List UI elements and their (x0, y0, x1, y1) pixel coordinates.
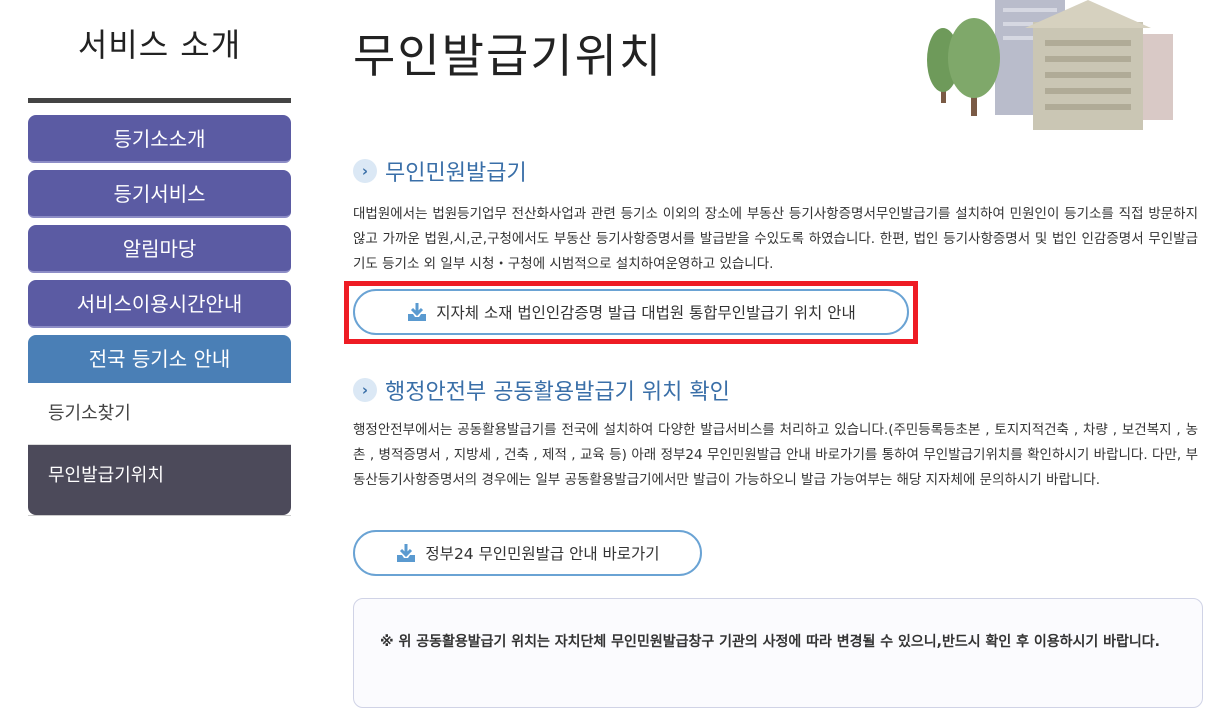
sidebar-item-notices[interactable]: 알림마당 (28, 225, 291, 273)
section-kiosk-title: 무인민원발급기 (385, 161, 527, 186)
section-kiosk-body: 대법원에서는 법원등기업무 전산화사업과 관련 등기소 이외의 장소에 부동산 … (353, 206, 1198, 272)
submenu-item-kiosk-location[interactable]: 무인발급기위치 (28, 445, 291, 515)
sidebar: 서비스 소개 등기소소개 등기서비스 알림마당 서비스이용시간안내 전국 등기소… (28, 0, 291, 516)
chevron-right-icon: › (353, 159, 377, 183)
sidebar-item-registry-intro[interactable]: 등기소소개 (28, 115, 291, 163)
sidebar-item-service-hours[interactable]: 서비스이용시간안내 (28, 280, 291, 328)
section-mois-body: 행정안전부에서는 공동활용발급기를 전국에 설치하여 다양한 발급서비스를 처리… (353, 422, 1198, 488)
corporate-seal-kiosk-location-label: 지자체 소재 법인인감증명 발급 대법원 통합무인발급기 위치 안내 (436, 304, 856, 322)
sidebar-submenu: 등기소찾기 무인발급기위치 (28, 383, 291, 516)
buildings-trees-illustration (927, 0, 1173, 130)
corporate-seal-kiosk-location-button[interactable]: 지자체 소재 법인인감증명 발급 대법원 통합무인발급기 위치 안내 (353, 289, 909, 335)
notice-box: ※ 위 공동활용발급기 위치는 자치단체 무인민원발급창구 기관의 사정에 따라… (353, 598, 1203, 708)
section-mois-header: › 행정안전부 공동활용발급기 위치 확인 (353, 374, 730, 406)
submenu-item-find-registry[interactable]: 등기소찾기 (28, 383, 291, 445)
chevron-right-icon: › (353, 378, 377, 402)
section-mois-title: 행정안전부 공동활용발급기 위치 확인 (385, 380, 730, 405)
download-icon (397, 544, 416, 562)
sidebar-title: 서비스 소개 (28, 0, 291, 103)
notice-text: ※ 위 공동활용발급기 위치는 자치단체 무인민원발급창구 기관의 사정에 따라… (380, 634, 1160, 650)
section-kiosk-header: › 무인민원발급기 (353, 155, 527, 187)
gov24-kiosk-shortcut-label: 정부24 무인민원발급 안내 바로가기 (425, 545, 660, 563)
page-title: 무인발급기위치 (353, 29, 664, 83)
download-icon (408, 303, 427, 321)
sidebar-menu: 등기소소개 등기서비스 알림마당 서비스이용시간안내 전국 등기소 안내 등기소… (28, 115, 291, 516)
gov24-kiosk-shortcut-button[interactable]: 정부24 무인민원발급 안내 바로가기 (353, 530, 702, 576)
sidebar-item-nationwide-registry[interactable]: 전국 등기소 안내 (28, 335, 291, 383)
sidebar-item-registry-services[interactable]: 등기서비스 (28, 170, 291, 218)
